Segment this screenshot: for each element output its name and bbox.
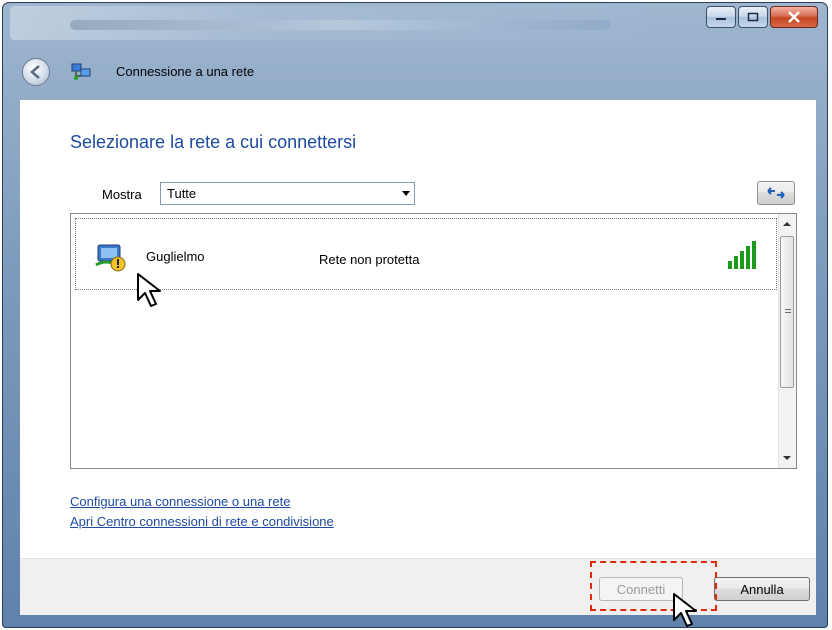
maximize-icon [747,12,759,22]
network-name: Guglielmo [146,249,205,264]
show-label: Mostra [102,187,142,202]
minimize-icon [716,18,726,20]
signal-strength-icon [728,241,756,269]
chevron-down-icon [402,191,410,196]
caption-buttons [706,6,818,28]
scroll-down-icon[interactable] [783,456,791,460]
pointer-cursor-icon [673,593,697,627]
refresh-button[interactable] [757,181,795,205]
close-icon [788,11,800,23]
setup-connection-link[interactable]: Configura una connessione o una rete [70,494,290,509]
maximize-button[interactable] [738,6,768,28]
pointer-cursor-icon [137,273,161,307]
show-filter-select[interactable]: Tutte [160,182,415,205]
show-filter-value: Tutte [167,186,197,201]
back-arrow-icon [30,65,40,79]
window-title: Connessione a una rete [116,64,255,79]
close-button[interactable] [770,6,818,28]
back-button[interactable] [22,58,50,86]
network-item[interactable]: Guglielmo Rete non protetta [75,218,777,290]
grip-icon [785,309,791,315]
scroll-up-icon[interactable] [783,222,791,226]
wireless-network-warning-icon [95,244,126,272]
cancel-button[interactable]: Annulla [714,577,810,601]
network-security: Rete non protetta [319,252,420,267]
minimize-button[interactable] [706,6,736,28]
refresh-icon [767,187,785,199]
scrollbar-thumb[interactable] [780,236,794,388]
page-heading: Selezionare la rete a cui connettersi [70,132,357,152]
network-center-link[interactable]: Apri Centro connessioni di rete e condiv… [70,514,334,529]
vertical-scrollbar[interactable] [778,214,796,468]
network-list[interactable]: Guglielmo Rete non protetta [70,213,797,469]
title-bar[interactable] [10,6,650,40]
blurred-background [70,20,610,30]
network-app-icon [71,63,91,80]
